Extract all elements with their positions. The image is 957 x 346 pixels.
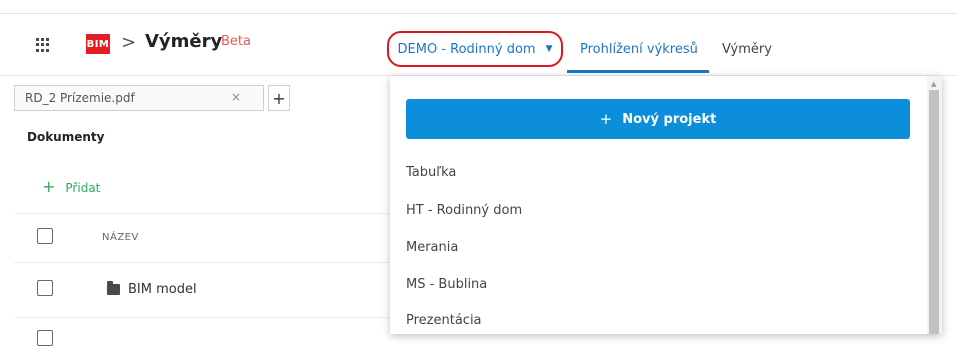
new-project-label: Nový projekt <box>622 111 717 127</box>
project-select[interactable]: DEMO - Rodinný dom ▼ <box>387 31 563 67</box>
plus-icon: + <box>599 110 613 128</box>
project-select-value: DEMO - Rodinný dom <box>397 41 536 57</box>
scrollbar-thumb[interactable] <box>929 90 939 334</box>
project-dropdown-menu: + Nový projekt Tabuľka HT - Rodinný dom M… <box>390 76 942 334</box>
select-all-checkbox[interactable] <box>37 228 53 244</box>
menu-item-project[interactable]: Tabuľka <box>406 165 456 180</box>
column-header-name[interactable]: NÁZEV <box>102 232 139 243</box>
document-tab-label: RD_2 Prízemie.pdf <box>25 91 135 105</box>
app-header: BIM > Výměry Beta DEMO - Rodinný dom ▼ P… <box>0 14 957 74</box>
documents-heading: Dokumenty <box>27 130 105 144</box>
list-divider <box>14 262 394 263</box>
add-tab-button[interactable]: + <box>268 85 290 111</box>
menu-item-project[interactable]: MS - Bublina <box>406 277 487 292</box>
list-divider <box>14 213 394 214</box>
close-icon[interactable]: × <box>231 90 241 104</box>
plus-icon: + <box>42 177 56 196</box>
folder-icon <box>107 281 120 295</box>
menu-item-project[interactable]: Merania <box>406 240 458 255</box>
add-document-label: Přidat <box>65 181 101 195</box>
new-project-button[interactable]: + Nový projekt <box>406 99 910 139</box>
chevron-right-icon: > <box>121 32 137 53</box>
scroll-up-icon[interactable]: ▲ <box>931 80 936 88</box>
app-grid-icon[interactable] <box>36 38 50 52</box>
tab-vymery[interactable]: Výměry <box>722 31 772 67</box>
chevron-down-icon: ▼ <box>545 44 553 54</box>
add-document-button[interactable]: + Přidat <box>42 177 100 196</box>
list-divider <box>14 317 394 318</box>
tab-prohlizeni-vykresu[interactable]: Prohlížení výkresů <box>580 31 698 67</box>
app-title: Výměry <box>145 31 223 52</box>
row-checkbox[interactable] <box>37 330 53 346</box>
menu-item-project[interactable]: HT - Rodinný dom <box>406 203 522 218</box>
table-row-name[interactable]: BIM model <box>128 282 197 297</box>
row-checkbox[interactable] <box>37 280 53 296</box>
active-tab-indicator <box>567 70 709 73</box>
bim-logo[interactable]: BIM <box>86 34 110 54</box>
beta-badge: Beta <box>221 34 251 49</box>
document-tab[interactable]: RD_2 Prízemie.pdf × <box>14 85 264 111</box>
menu-item-project[interactable]: Prezentácia <box>406 313 482 328</box>
